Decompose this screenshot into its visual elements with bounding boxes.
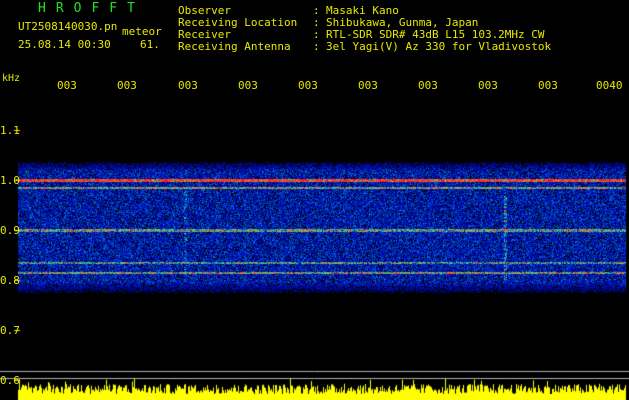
time-tick-label: 003 (298, 79, 318, 92)
time-tick-label: 003 (57, 79, 77, 92)
y-tick-label: 0.8 (0, 274, 20, 287)
time-tick-label: 003 (178, 79, 198, 92)
antenna-key: Receiving Antenna (178, 40, 291, 53)
spectrogram-canvas (0, 0, 629, 400)
y-tick-label: 0.9 (0, 224, 20, 237)
time-tick-label: 003 (478, 79, 498, 92)
meteor-label: meteor (122, 25, 162, 38)
y-tick-label: 1.0 (0, 174, 20, 187)
antenna-value: 3el Yagi(V) Az 330 for Vladivostok (326, 40, 552, 53)
time-tick-label: 003 (538, 79, 558, 92)
time-tick-label: 0040 (596, 79, 623, 92)
y-tick-label: 0.7 (0, 324, 20, 337)
meteor-count: 61. (140, 38, 160, 51)
y-axis-unit: kHz (2, 73, 21, 84)
y-tick-label: 0.6 (0, 374, 20, 387)
antenna-colon: : (313, 40, 320, 53)
date-time-label: 25.08.14 00:30 (18, 38, 111, 51)
filename-label: UT2508140030.pn (18, 20, 118, 33)
time-tick-label: 003 (358, 79, 378, 92)
time-tick-label: 003 (117, 79, 137, 92)
y-tick-label: 1.1 (0, 124, 20, 137)
time-tick-label: 003 (238, 79, 258, 92)
hrofft-logo: HROFFT (38, 1, 145, 16)
time-tick-label: 003 (418, 79, 438, 92)
